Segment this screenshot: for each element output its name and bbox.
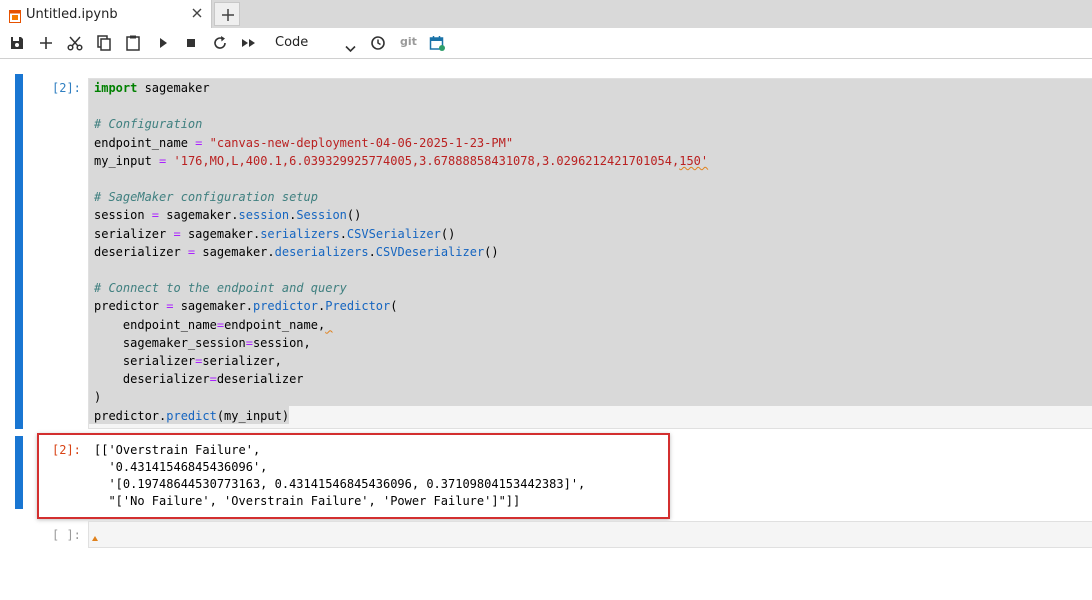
plus-icon[interactable] [37, 34, 55, 52]
copy-icon[interactable] [95, 34, 113, 52]
warning-marker-icon [92, 536, 98, 541]
code-line-15: sagemaker_session=session, [94, 335, 311, 350]
input-prompt: [2]: [52, 81, 81, 95]
close-icon[interactable] [189, 5, 205, 21]
plus-icon [221, 7, 235, 26]
code-line-13: predictor = sagemaker.predictor.Predicto… [94, 299, 398, 314]
code-line-18: ) [94, 390, 102, 405]
code-line-17: deserializer=deserializer [94, 372, 304, 387]
cell-type-select[interactable]: Code [270, 33, 360, 53]
empty-cell-prompt: [ ]: [52, 528, 81, 542]
new-tab-button[interactable] [214, 2, 240, 26]
code-line-12: # Connect to the endpoint and query [94, 281, 347, 296]
restart-icon[interactable] [211, 34, 229, 52]
save-icon[interactable] [8, 34, 26, 52]
stop-icon[interactable] [182, 34, 200, 52]
output-highlight-box [37, 433, 670, 519]
notebook-toolbar: Code git [0, 28, 1092, 59]
code-line-7: # SageMaker configuration setup [94, 190, 318, 205]
chevron-down-icon [345, 38, 356, 57]
clock-icon[interactable] [369, 34, 387, 52]
tab-untitled-ipynb[interactable]: Untitled.ipynb [0, 0, 212, 28]
cell-type-value: Code [275, 35, 309, 50]
active-cell-indicator[interactable] [15, 74, 23, 429]
code-line-16: serializer=serializer, [94, 354, 282, 369]
code-content[interactable]: import sagemaker # Configuration endpoin… [94, 79, 708, 425]
paste-icon[interactable] [124, 34, 142, 52]
output-collapser[interactable] [15, 436, 23, 509]
code-line-4: endpoint_name = "canvas-new-deployment-0… [94, 135, 514, 150]
notebook-icon [9, 8, 21, 23]
code-line-8: session = sagemaker.session.Session() [94, 208, 362, 223]
run-icon[interactable] [154, 34, 172, 52]
code-line-10: deserializer = sagemaker.deserializers.C… [94, 244, 499, 259]
calendar-icon[interactable] [428, 34, 446, 52]
code-line-14: endpoint_name=endpoint_name, [94, 317, 326, 332]
tab-bar: Untitled.ipynb [0, 0, 1092, 28]
empty-code-editor[interactable] [88, 521, 1092, 548]
fast-forward-icon[interactable] [240, 34, 258, 52]
code-line-3: # Configuration [94, 117, 203, 132]
git-label[interactable]: git [400, 35, 417, 48]
code-line-9: serializer = sagemaker.serializers.CSVSe… [94, 226, 456, 241]
code-line-1: import sagemaker [94, 81, 210, 95]
scissors-icon[interactable] [66, 34, 84, 52]
tab-title: Untitled.ipynb [26, 7, 118, 22]
code-line-5: my_input = '176,MO,L,400.1,6.03932992577… [94, 153, 709, 168]
code-line-19: predictor.predict(my_input) [94, 408, 290, 423]
